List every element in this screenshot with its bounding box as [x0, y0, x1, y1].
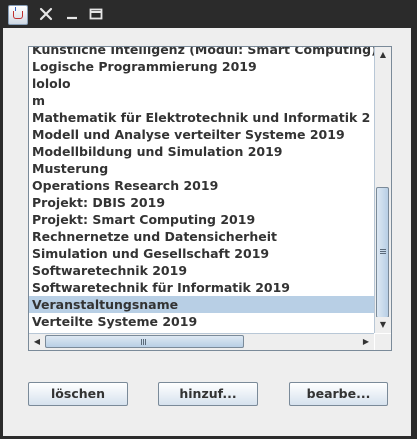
grip-line: [143, 339, 144, 345]
vertical-scrollbar[interactable]: ▲ ▼: [374, 47, 391, 333]
list-item[interactable]: Rechnernetze und Datensicherheit: [29, 228, 374, 245]
course-list-viewport: Künstliche Intelligenz (Modul: Smart Com…: [29, 47, 374, 333]
vertical-scroll-thumb[interactable]: [376, 187, 389, 318]
list-item[interactable]: Modellbildung und Simulation 2019: [29, 143, 374, 160]
list-item[interactable]: Verteilte Systeme 2019: [29, 313, 374, 330]
list-item[interactable]: Simulation und Gesellschaft 2019: [29, 245, 374, 262]
close-icon[interactable]: [36, 4, 56, 24]
list-item[interactable]: Musterung: [29, 160, 374, 177]
list-item[interactable]: Operations Research 2019: [29, 177, 374, 194]
edit-button[interactable]: bearbe...: [289, 382, 388, 406]
list-item[interactable]: Projekt: Smart Computing 2019: [29, 211, 374, 228]
add-button[interactable]: hinzuf...: [158, 382, 258, 406]
grip-line: [380, 253, 386, 254]
maximize-icon[interactable]: [86, 4, 106, 24]
list-item[interactable]: Softwaretechnik für Informatik 2019: [29, 279, 374, 296]
grip-line: [380, 249, 386, 250]
grip-line: [145, 339, 146, 345]
delete-button[interactable]: löschen: [28, 382, 128, 406]
grip-line: [380, 251, 386, 252]
list-item[interactable]: m: [29, 92, 374, 109]
horizontal-scroll-thumb[interactable]: [45, 335, 244, 348]
list-item[interactable]: Veranstaltungsname: [29, 296, 374, 313]
list-item[interactable]: Logische Programmierung 2019: [29, 58, 374, 75]
list-item[interactable]: Künstliche Intelligenz (Modul: Smart Com…: [29, 47, 374, 58]
scroll-right-arrow-icon[interactable]: ▶: [358, 334, 374, 350]
list-item[interactable]: Softwaretechnik 2019: [29, 262, 374, 279]
window-content: Künstliche Intelligenz (Modul: Smart Com…: [3, 28, 411, 436]
list-item[interactable]: Mathematik für Elektrotechnik und Inform…: [29, 109, 374, 126]
grip-line: [141, 339, 142, 345]
course-list[interactable]: Künstliche Intelligenz (Modul: Smart Com…: [29, 47, 374, 330]
list-item[interactable]: Projekt: DBIS 2019: [29, 194, 374, 211]
scroll-up-arrow-icon[interactable]: ▲: [375, 47, 391, 63]
minimize-icon[interactable]: [62, 4, 82, 24]
java-app-icon: [8, 5, 28, 25]
horizontal-scrollbar[interactable]: ◀ ▶: [29, 333, 374, 350]
scroll-left-arrow-icon[interactable]: ◀: [29, 334, 45, 350]
window-titlebar: [0, 0, 417, 28]
scroll-corner: [375, 334, 391, 350]
list-item[interactable]: Modell und Analyse verteilter Systeme 20…: [29, 126, 374, 143]
scroll-down-arrow-icon[interactable]: ▼: [375, 317, 391, 333]
course-list-panel: Künstliche Intelligenz (Modul: Smart Com…: [28, 46, 392, 351]
list-item[interactable]: lololo: [29, 75, 374, 92]
